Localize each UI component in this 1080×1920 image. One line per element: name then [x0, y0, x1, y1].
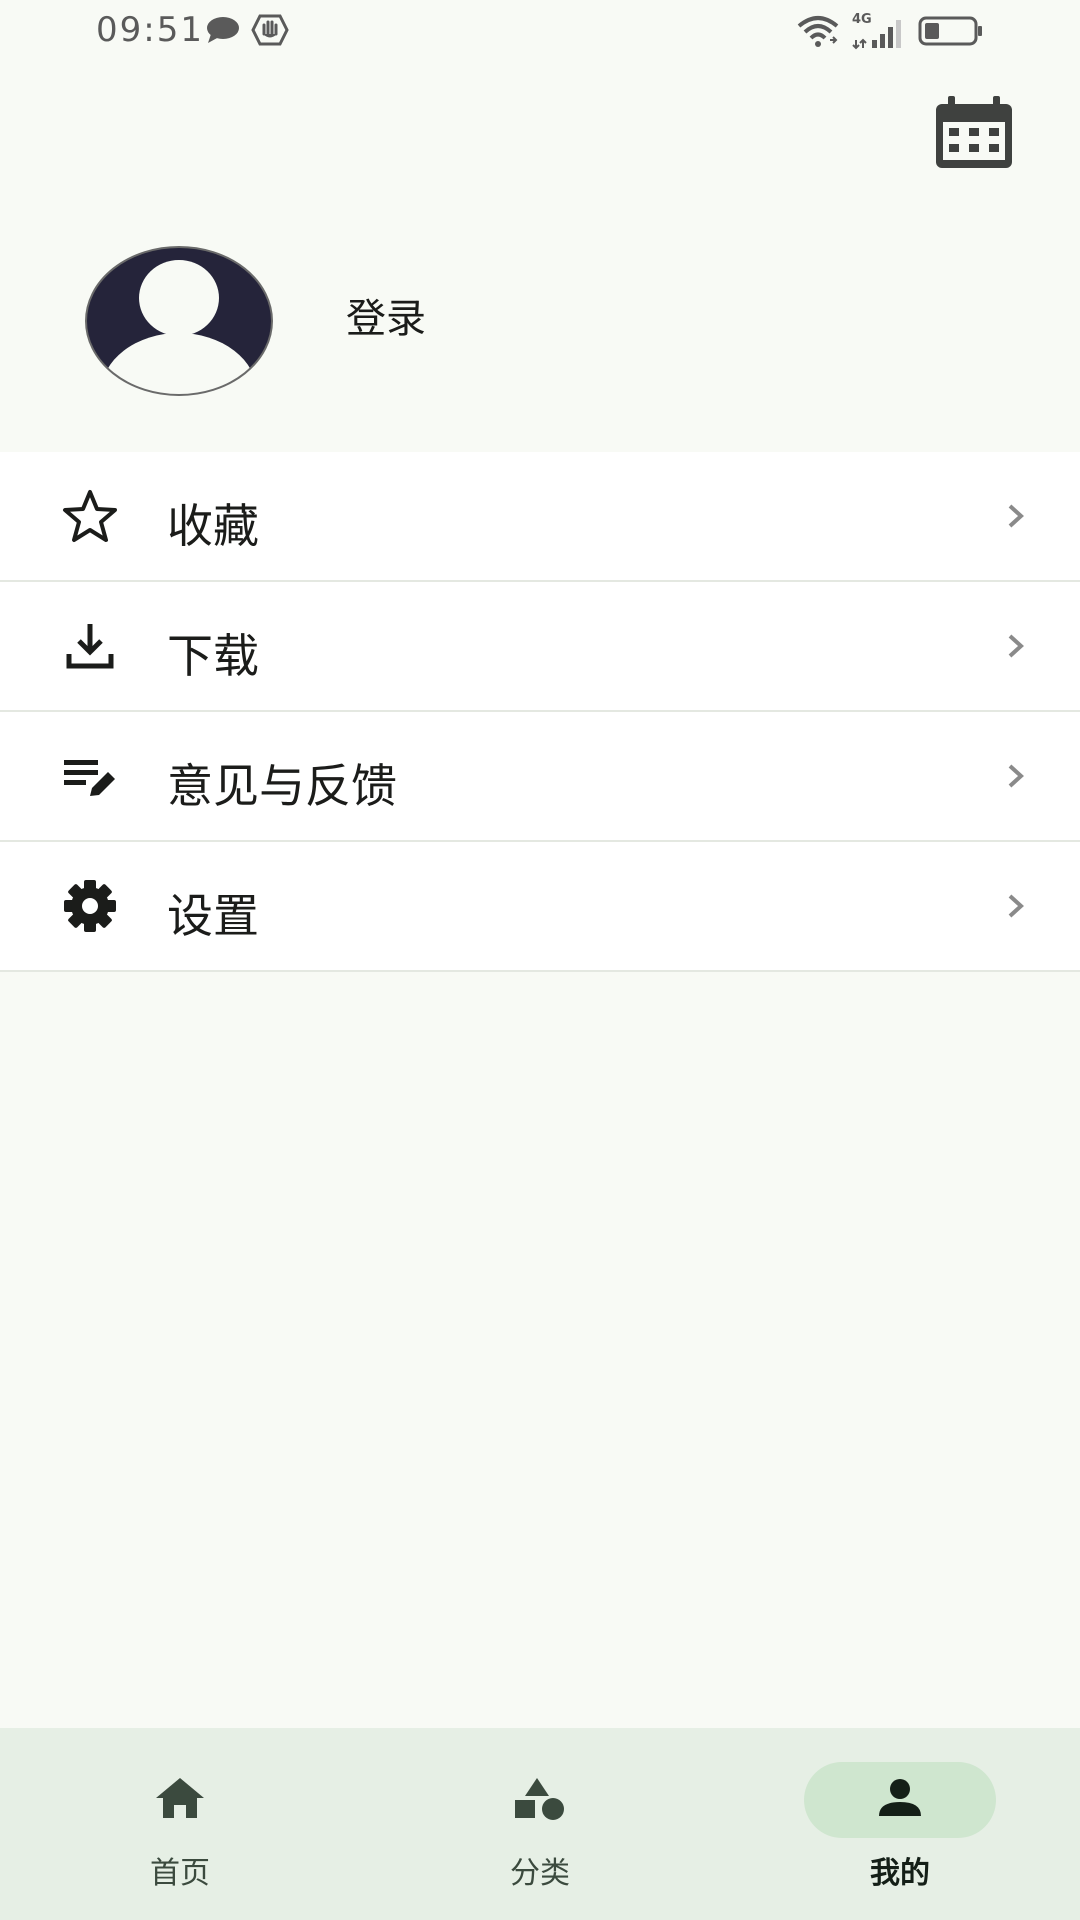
menu-item-favorites[interactable]: 收藏: [0, 452, 1080, 582]
menu-item-label: 意见与反馈: [167, 759, 397, 813]
menu-item-label: 下载: [167, 629, 259, 683]
status-right-icons: 4G: [796, 12, 984, 52]
hand-shield-icon: [251, 14, 289, 50]
status-time: 09:51: [96, 10, 204, 50]
wifi-icon: [796, 14, 840, 52]
nav-label: 首页: [150, 1856, 210, 1891]
avatar[interactable]: [84, 245, 274, 397]
gear-icon: [60, 878, 120, 934]
status-bar: 09:51 4G: [0, 0, 1080, 62]
menu-list: 收藏 下载 意见与反馈 设置: [0, 452, 1080, 972]
menu-item-label: 收藏: [167, 499, 259, 553]
signal-icon: 4G: [852, 12, 906, 50]
star-outline-icon: [60, 488, 120, 544]
nav-label: 分类: [510, 1856, 570, 1891]
calendar-icon: [934, 96, 1014, 174]
nav-item-mine[interactable]: 我的: [720, 1728, 1080, 1920]
person-icon: [877, 1778, 923, 1822]
chevron-right-icon: [1004, 888, 1028, 924]
category-shapes-icon: [513, 1776, 567, 1824]
calendar-button[interactable]: [934, 96, 1014, 170]
person-avatar-icon: [84, 246, 274, 401]
menu-item-feedback[interactable]: 意见与反馈: [0, 712, 1080, 842]
feedback-edit-icon: [60, 748, 120, 804]
login-button[interactable]: 登录: [346, 286, 426, 344]
chevron-right-icon: [1004, 758, 1028, 794]
nav-icon-container: [84, 1762, 276, 1838]
chat-bubble-icon: [205, 14, 241, 50]
status-left-icons: [205, 14, 289, 50]
menu-item-settings[interactable]: 设置: [0, 842, 1080, 972]
profile-header: 登录: [0, 230, 1080, 420]
nav-icon-container: [444, 1762, 636, 1838]
chevron-right-icon: [1004, 628, 1028, 664]
download-icon: [60, 618, 120, 674]
home-icon: [154, 1776, 206, 1824]
nav-item-home[interactable]: 首页: [0, 1728, 360, 1920]
nav-label: 我的: [870, 1856, 930, 1891]
nav-icon-container-active: [804, 1762, 996, 1838]
menu-item-label: 设置: [167, 889, 259, 943]
menu-item-downloads[interactable]: 下载: [0, 582, 1080, 712]
nav-item-category[interactable]: 分类: [360, 1728, 720, 1920]
bottom-nav: 首页 分类 我的: [0, 1728, 1080, 1920]
battery-icon: [918, 15, 984, 51]
chevron-right-icon: [1004, 498, 1028, 534]
